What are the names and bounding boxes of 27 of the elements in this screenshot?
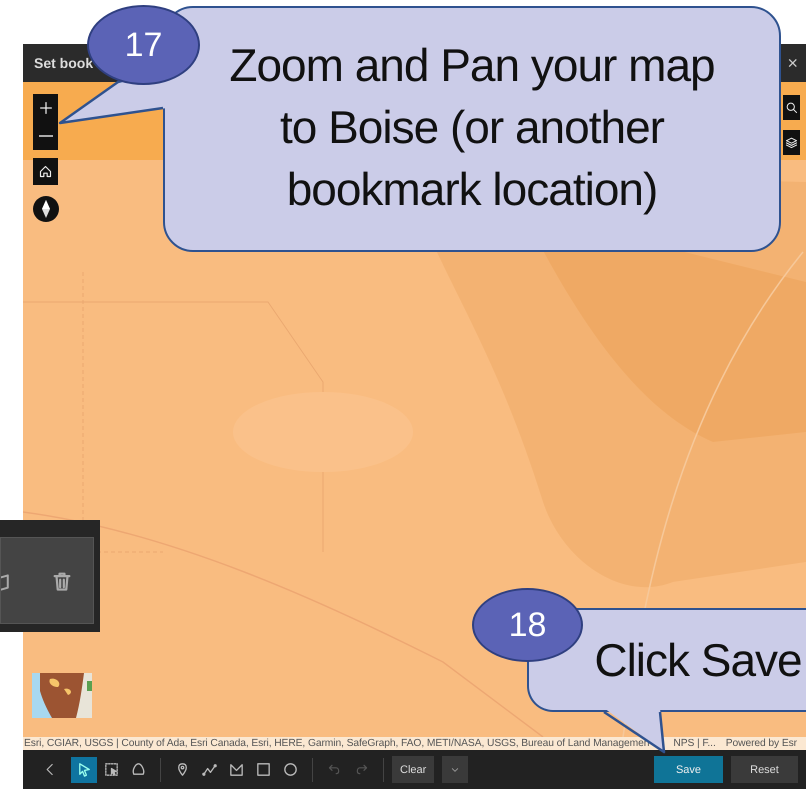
clear-button[interactable]: Clear [392,756,434,783]
callout-text: Zoom and Pan your map to Boise (or another bookmark location) [229,38,715,217]
attribution-text: Esri, CGIAR, USGS | County of Ada, Esri Canada, Esri, HERE, Garmin, SafeGraph, FAO, METI/NASA, USGS, Bureau of Land Managemen [24,738,650,749]
close-button[interactable]: × [785,52,800,74]
layers-button[interactable] [783,130,800,155]
search-button[interactable] [783,95,800,120]
polygon-icon [228,761,244,778]
save-button[interactable]: Save [654,756,723,783]
window-title: Set book [34,55,94,71]
lasso-icon [130,761,146,778]
circle-icon [282,761,298,778]
undo-icon [326,762,342,777]
plus-icon [38,100,54,116]
layers-icon [785,136,798,149]
home-button[interactable] [33,158,58,185]
reset-button[interactable]: Reset [731,756,798,783]
minus-icon [38,135,52,137]
square-icon [254,761,272,778]
compass-icon [41,199,51,219]
search-icon [785,101,798,114]
callout-text: Click Save [594,633,802,688]
attribution-text: NPS | F... [673,738,716,749]
home-icon [38,164,53,179]
attribution-link[interactable]: Powered by Esr [726,738,798,749]
selection-box-icon [102,761,120,778]
polyline-icon [200,761,218,778]
select-tool-button[interactable] [71,756,97,782]
